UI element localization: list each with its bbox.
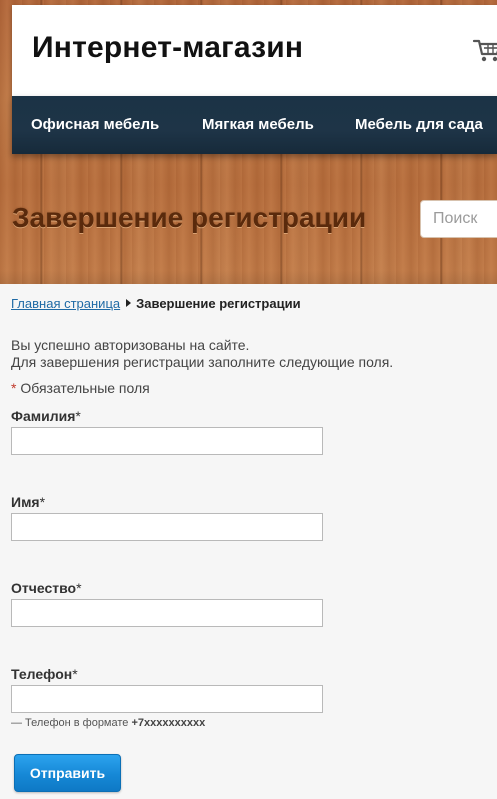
breadcrumb-arrow-icon: [126, 299, 132, 307]
phone-format-example: +7xxxxxxxxxx: [131, 717, 206, 729]
required-fields-note: * Обязательные поля: [11, 380, 150, 396]
required-note-text: Обязательные поля: [20, 380, 150, 396]
message-line-2: Для завершения регистрации заполните сле…: [11, 354, 394, 370]
header-bottom-shade: [0, 270, 497, 284]
breadcrumb-current: Завершение регистрации: [136, 296, 301, 311]
middle-name-label: Отчество*: [11, 580, 82, 596]
phone-format-hint: — Телефон в формате +7xxxxxxxxxx: [11, 717, 206, 729]
shopping-cart-icon[interactable]: [472, 35, 497, 65]
search-input[interactable]: Поиск: [420, 200, 497, 238]
required-star: *: [11, 380, 17, 396]
breadcrumb-home-link[interactable]: Главная страница: [11, 296, 120, 311]
site-title[interactable]: Интернет-магазин: [32, 31, 303, 65]
main-nav: Офисная мебель Мягкая мебель Мебель для …: [12, 96, 497, 154]
phone-label: Телефон*: [11, 666, 78, 682]
message-line-1: Вы успешно авторизованы на сайте.: [11, 337, 250, 353]
nav-item-soft-furniture[interactable]: Мягкая мебель: [202, 116, 314, 133]
middle-name-field[interactable]: [11, 599, 323, 627]
nav-item-garden-furniture[interactable]: Мебель для сада: [355, 116, 483, 133]
nav-item-office-furniture[interactable]: Офисная мебель: [31, 116, 159, 133]
page-title: Завершение регистрации: [12, 202, 367, 233]
submit-button[interactable]: Отправить: [14, 754, 121, 792]
success-message: Вы успешно авторизованы на сайте. Для за…: [11, 337, 393, 371]
breadcrumb: Главная страница Завершение регистрации: [11, 296, 301, 311]
last-name-label: Фамилия*: [11, 408, 81, 424]
phone-field[interactable]: [11, 685, 323, 713]
brand-bar: Интернет-магазин: [12, 5, 497, 96]
last-name-field[interactable]: [11, 427, 323, 455]
first-name-label: Имя*: [11, 494, 46, 510]
first-name-field[interactable]: [11, 513, 323, 541]
